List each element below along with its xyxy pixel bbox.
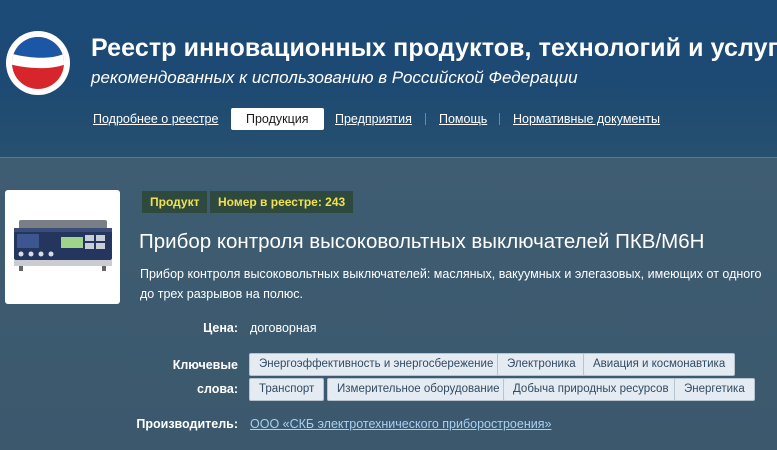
registry-logo[interactable] — [5, 30, 71, 96]
product-type-badge: Продукт — [142, 191, 208, 213]
keyword-tag[interactable]: Авиация и космонавтика — [583, 353, 736, 376]
site-subtitle: рекомендованных к использованию в Россий… — [91, 68, 578, 87]
site-title: Реестр инновационных продуктов, технолог… — [91, 34, 777, 62]
keyword-tag[interactable]: Электроника — [497, 353, 586, 376]
nav-about-registry[interactable]: Подробнее о реестре — [93, 108, 218, 130]
nav-separator — [499, 113, 500, 125]
keywords-label: Ключевые слова: — [172, 358, 238, 396]
device-photo — [14, 220, 112, 271]
keyword-tag[interactable]: Энергоэффективность и энергосбережение — [249, 353, 504, 376]
nav-help[interactable]: Помощь — [439, 108, 487, 130]
keyword-tag[interactable]: Энергетика — [674, 378, 755, 401]
manufacturer-label: Производитель: — [136, 417, 238, 431]
nav-normative-docs[interactable]: Нормативные документы — [513, 108, 660, 130]
keyword-tag[interactable]: Измерительное оборудование — [327, 378, 510, 401]
nav-separator — [425, 113, 426, 125]
product-description: Прибор контроля высоковольтных выключате… — [140, 267, 762, 301]
keyword-tag[interactable]: Транспорт — [249, 378, 325, 401]
manufacturer-link[interactable]: ООО «СКБ электротехнического приборостро… — [250, 417, 551, 431]
keyword-tag[interactable]: Добыча природных ресурсов — [503, 378, 679, 401]
product-title: Прибор контроля высоковольтных выключате… — [139, 230, 705, 253]
price-value: договорная — [250, 321, 317, 335]
site-header: Реестр инновационных продуктов, технолог… — [0, 0, 777, 158]
registry-number-badge: Номер в реестре: 243 — [210, 191, 354, 213]
price-label: Цена: — [203, 321, 238, 335]
product-image[interactable] — [5, 190, 120, 304]
nav-enterprises[interactable]: Предприятия — [335, 108, 412, 130]
nav-products[interactable]: Продукция — [231, 108, 324, 130]
